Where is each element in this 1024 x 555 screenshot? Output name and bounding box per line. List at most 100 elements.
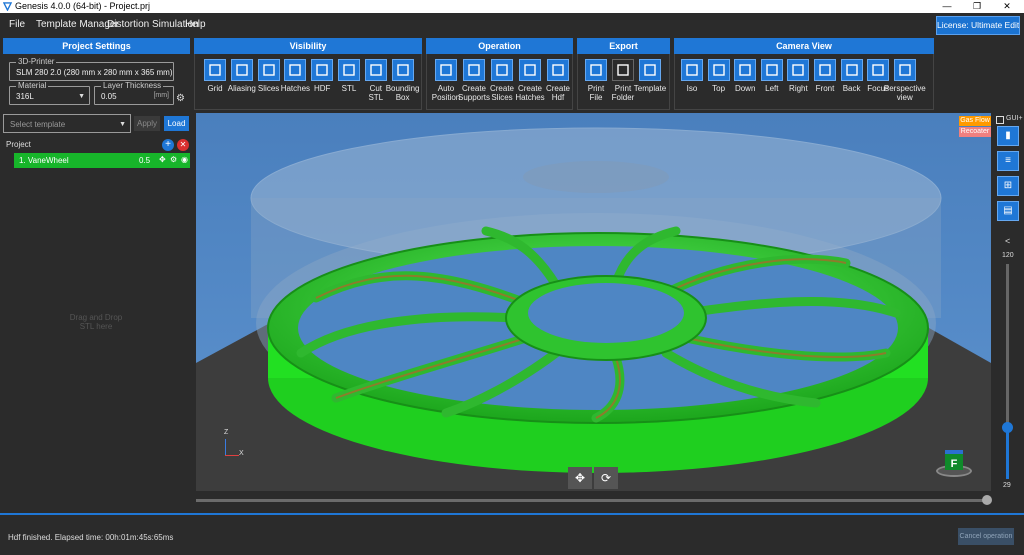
window-title: Genesis 4.0.0 (64-bit) - Project.prj — [15, 1, 151, 11]
print-file-icon — [585, 59, 607, 81]
top-view-icon — [707, 59, 730, 81]
timeline-handle[interactable] — [982, 495, 992, 505]
printer-field[interactable]: 3D-Printer SLM 280 2.0 (280 mm x 280 mm … — [9, 57, 174, 81]
axis-z-line — [225, 439, 226, 455]
tool-label: Perspective view — [883, 84, 926, 102]
print-folder-icon — [612, 59, 634, 81]
create-hdf-icon — [547, 59, 569, 81]
material-value: 316L — [16, 92, 34, 101]
layer-thickness-value: 0.05 — [101, 92, 117, 101]
database-icon: ▤ — [1003, 205, 1013, 216]
material-select[interactable]: Material 316L ▼ — [9, 81, 90, 105]
chart-button[interactable]: ▮ — [997, 126, 1019, 146]
gas-flow-tag: Gas Flow — [959, 116, 991, 126]
iso-icon — [681, 59, 703, 81]
axis-z-label: Z — [224, 429, 229, 436]
minimize-button[interactable]: — — [932, 0, 962, 13]
cancel-operation-button[interactable]: Cancel operation — [958, 528, 1014, 545]
hub-hole — [528, 283, 684, 343]
visibility-header: Visibility — [194, 38, 422, 54]
project-item-name: 1. VaneWheel — [19, 156, 69, 165]
list-button[interactable]: ≡ — [997, 151, 1019, 171]
gear-icon[interactable]: ⚙ — [170, 155, 177, 164]
create-hatches-icon — [519, 59, 541, 81]
printer-legend: 3D-Printer — [16, 57, 57, 66]
eye-icon[interactable]: ◉ — [181, 155, 188, 164]
layer-max-label: 120 — [1002, 252, 1014, 259]
gear-icon[interactable]: ⚙ — [176, 93, 185, 104]
supports-icon — [463, 59, 485, 81]
axis-x-line — [225, 455, 239, 456]
tool-perspective-view[interactable]: Perspective view — [884, 59, 926, 102]
grid-icon — [204, 59, 226, 81]
create-slices-icon — [491, 59, 513, 81]
3d-viewport[interactable]: Z X F ✥ ⟳ Gas Flow Recoater — [196, 113, 991, 491]
menu-file[interactable]: File — [9, 19, 25, 30]
license-button[interactable]: License: Ultimate Edition — [936, 16, 1020, 35]
close-window-button[interactable]: ✕ — [992, 0, 1022, 13]
printer-value: SLM 280 2.0 (280 mm x 280 mm x 365 mm) — [16, 68, 173, 77]
collapse-button[interactable]: < — [1005, 236, 1010, 246]
move-icon[interactable]: ✥ — [159, 155, 166, 164]
timeline-track[interactable] — [196, 499, 991, 502]
maximize-button[interactable]: ❐ — [962, 0, 992, 13]
layer-thickness-field[interactable]: Layer Thickness 0.05 [mm] — [94, 81, 174, 105]
menu-bar: File Template Manager Distortion Simulat… — [0, 13, 1024, 37]
front-view-icon — [814, 59, 836, 81]
chevron-down-icon: ▼ — [119, 121, 126, 128]
layout-button[interactable]: ⊞ — [997, 176, 1019, 196]
layer-thickness-legend: Layer Thickness — [101, 81, 164, 90]
gui-label: GUI+ — [1006, 115, 1023, 122]
move-button[interactable]: ✥ — [568, 467, 592, 489]
housing-hub — [523, 161, 669, 193]
load-button[interactable]: Load — [164, 116, 189, 131]
chevron-down-icon: ▼ — [78, 93, 85, 100]
down-view-icon — [734, 59, 757, 81]
tool-print-folder[interactable]: Print Folder — [609, 59, 637, 102]
material-legend: Material — [16, 81, 49, 90]
template-placeholder: Select template — [10, 120, 66, 129]
hatches-icon — [284, 59, 307, 81]
layer-current-label: 29 — [1003, 482, 1011, 489]
template-select[interactable]: Select template ▼ — [3, 114, 131, 133]
focus-icon — [867, 59, 890, 81]
hdf-icon — [311, 59, 334, 81]
project-item-value: 0.5 — [139, 156, 151, 165]
list-icon: ≡ — [1005, 155, 1011, 166]
project-settings-header: Project Settings — [3, 38, 190, 54]
bounding-box-icon — [391, 59, 414, 81]
view-cube-face: F — [945, 450, 963, 470]
tool-create-hdf[interactable]: Create Hdf — [544, 59, 572, 102]
add-part-button[interactable]: + — [162, 139, 174, 151]
recoater-tag: Recoater — [959, 127, 991, 137]
menu-help[interactable]: Help — [185, 19, 206, 30]
bar-chart-icon: ▮ — [1005, 130, 1011, 141]
slices-icon — [257, 59, 280, 81]
drop-hint: Drag and Drop STL here — [69, 313, 123, 331]
remove-part-button[interactable]: ✕ — [177, 139, 189, 151]
layer-slider-fill — [1006, 427, 1009, 479]
database-button[interactable]: ▤ — [997, 201, 1019, 221]
cube-icon — [338, 59, 360, 81]
project-item-row[interactable]: 1. VaneWheel 0.5 ✥ ⚙ ◉ — [14, 153, 190, 168]
title-bar: Genesis 4.0.0 (64-bit) - Project.prj — ❐… — [0, 0, 1024, 13]
tool-template[interactable]: Template — [634, 59, 666, 93]
project-label: Project — [6, 140, 31, 149]
scene — [196, 127, 991, 491]
grid-layout-icon: ⊞ — [1003, 180, 1013, 191]
operation-header: Operation — [426, 38, 573, 54]
left-view-icon — [760, 59, 783, 81]
auto-position-icon — [435, 59, 457, 81]
apply-button[interactable]: Apply — [134, 116, 160, 131]
export-header: Export — [577, 38, 670, 54]
layer-slider-handle[interactable] — [1002, 422, 1013, 434]
left-panel: Select template ▼ Apply Load Project + ✕… — [0, 110, 192, 510]
rotate-button[interactable]: ⟳ — [594, 467, 618, 489]
tool-bounding-box[interactable]: Bounding Box — [386, 59, 420, 102]
view-cube[interactable]: F — [936, 443, 972, 479]
app-logo-icon — [3, 2, 12, 11]
gui-checkbox[interactable] — [996, 116, 1004, 124]
right-view-icon — [787, 59, 810, 81]
monitor-icon — [230, 59, 253, 81]
camera-view-header: Camera View — [674, 38, 934, 54]
